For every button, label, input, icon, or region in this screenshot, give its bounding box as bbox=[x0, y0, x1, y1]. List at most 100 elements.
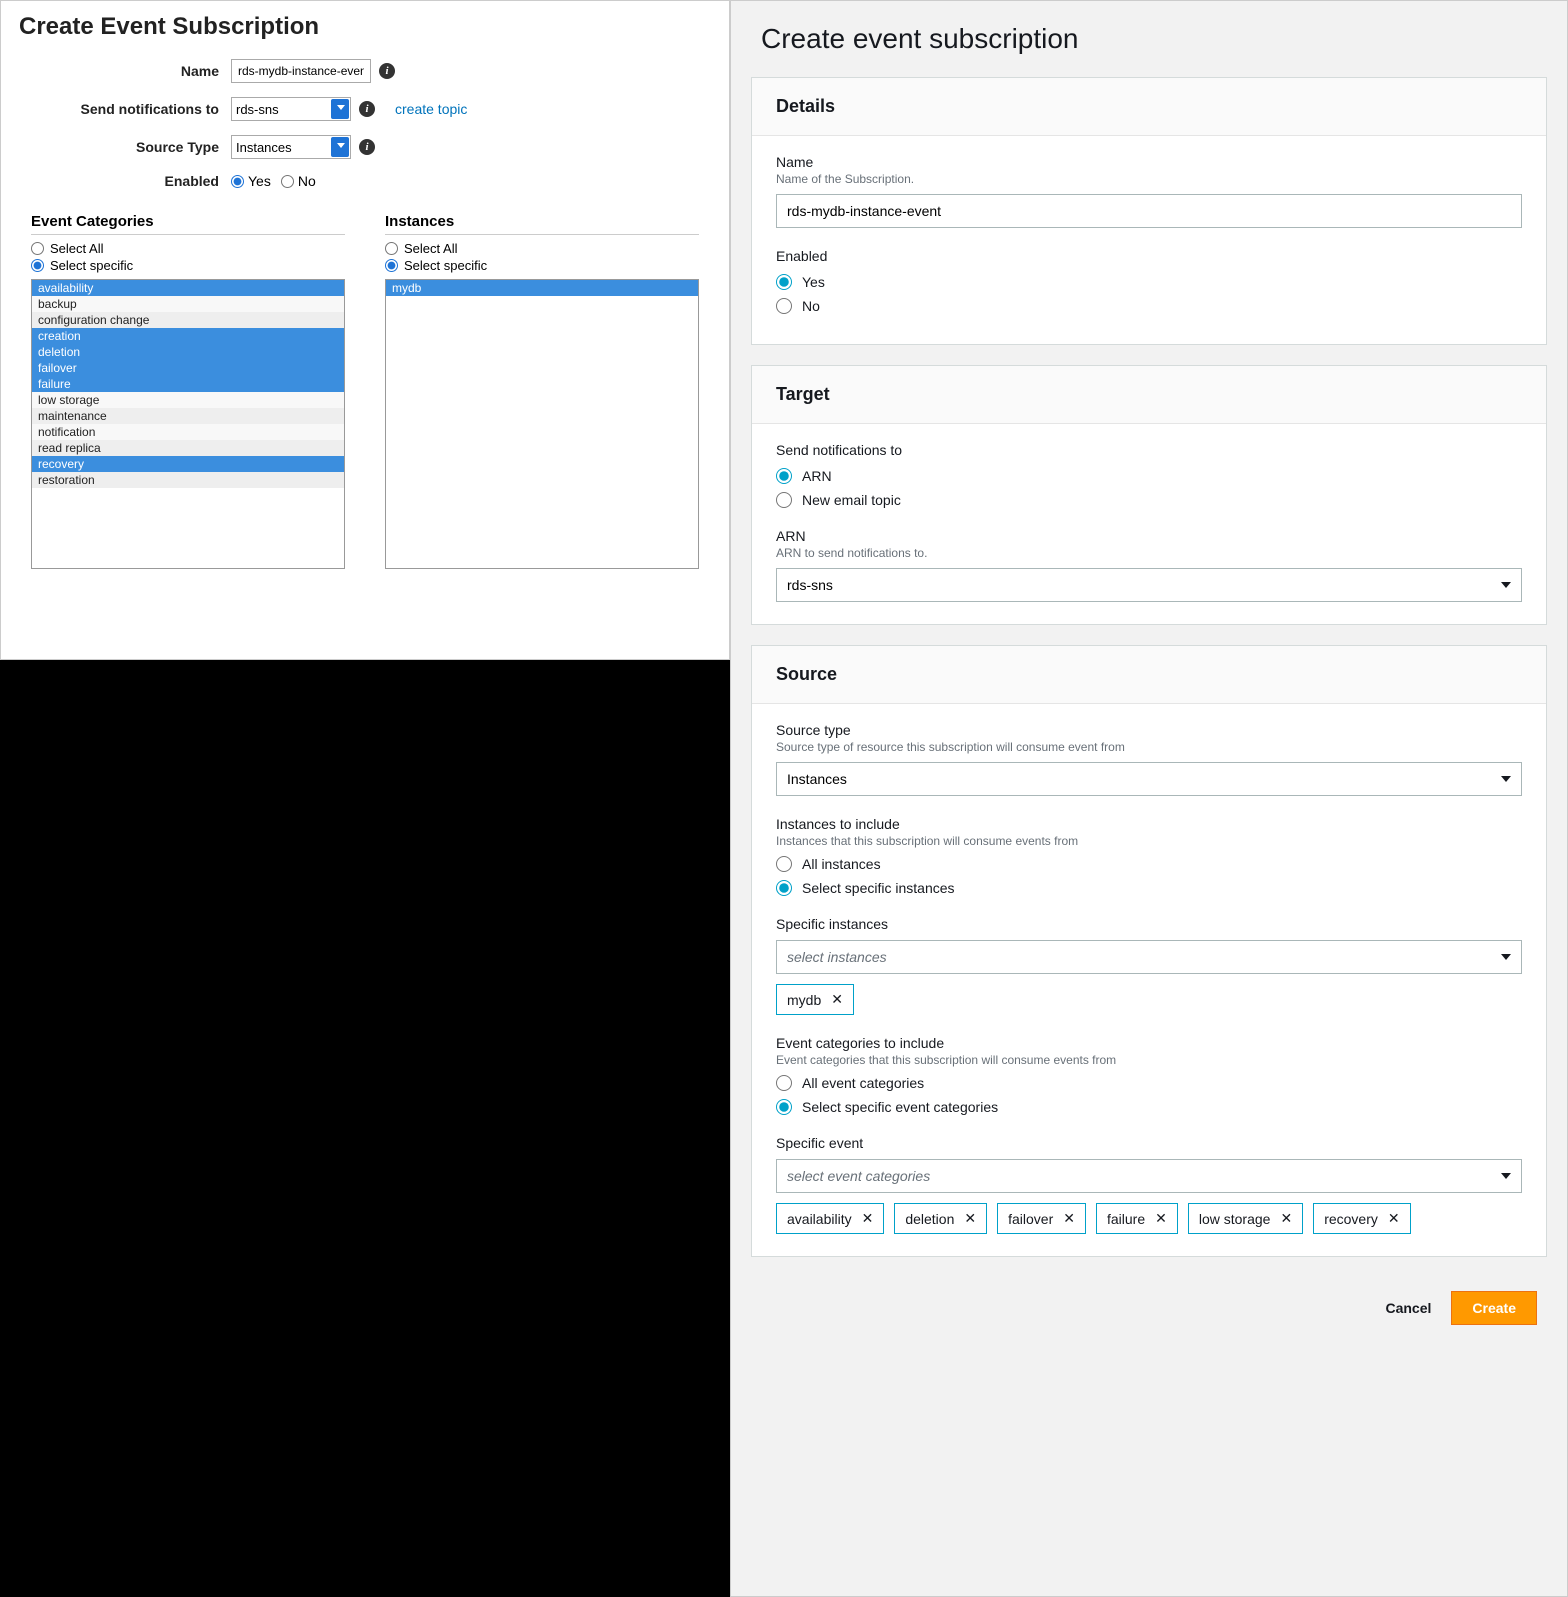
create-button[interactable]: Create bbox=[1451, 1291, 1537, 1325]
tag-label: low storage bbox=[1199, 1211, 1271, 1227]
specific-event-dropdown[interactable]: select event categories bbox=[776, 1159, 1522, 1193]
inst-select-all-radio[interactable] bbox=[385, 242, 398, 255]
details-header: Details bbox=[752, 78, 1546, 136]
target-card: Target Send notifications to ARN New ema… bbox=[751, 365, 1547, 625]
close-icon[interactable]: ✕ bbox=[862, 1210, 874, 1227]
list-item[interactable]: deletion bbox=[32, 344, 344, 360]
info-icon[interactable]: i bbox=[359, 101, 375, 117]
enabled-yes-label: Yes bbox=[248, 173, 271, 189]
tag-label: recovery bbox=[1324, 1211, 1378, 1227]
send-to-select[interactable]: rds-sns bbox=[231, 97, 351, 121]
specific-event-label: Specific event bbox=[776, 1135, 1522, 1151]
instances-include-label: Instances to include bbox=[776, 816, 1522, 832]
enabled-label: Enabled bbox=[31, 173, 231, 189]
categories-listbox[interactable]: availabilitybackupconfiguration changecr… bbox=[31, 279, 345, 569]
close-icon[interactable]: ✕ bbox=[831, 991, 843, 1008]
source-type-help: Source type of resource this subscriptio… bbox=[776, 740, 1522, 754]
classic-console-panel: Create Event Subscription Name i Send no… bbox=[0, 0, 730, 660]
cancel-button[interactable]: Cancel bbox=[1385, 1300, 1431, 1316]
all-categories-label: All event categories bbox=[802, 1075, 924, 1091]
placeholder-text: select event categories bbox=[787, 1168, 930, 1184]
categories-include-label: Event categories to include bbox=[776, 1035, 1522, 1051]
info-icon[interactable]: i bbox=[359, 139, 375, 155]
tag-chip: recovery ✕ bbox=[1313, 1203, 1410, 1234]
select-all-label: Select All bbox=[50, 241, 103, 256]
tag-chip: mydb✕ bbox=[776, 984, 854, 1015]
all-instances-radio[interactable] bbox=[776, 856, 792, 872]
list-item[interactable]: maintenance bbox=[32, 408, 344, 424]
list-item[interactable]: configuration change bbox=[32, 312, 344, 328]
source-type-select[interactable]: Instances bbox=[231, 135, 351, 159]
chevron-down-icon bbox=[1501, 1173, 1511, 1179]
list-item[interactable]: backup bbox=[32, 296, 344, 312]
specific-instances-radio[interactable] bbox=[776, 880, 792, 896]
send-to-label: Send notifications to bbox=[776, 442, 1522, 458]
close-icon[interactable]: ✕ bbox=[1063, 1210, 1075, 1227]
specific-categories-label: Select specific event categories bbox=[802, 1099, 998, 1115]
instance-tags: mydb✕ bbox=[776, 974, 1522, 1015]
specific-instances-label: Select specific instances bbox=[802, 880, 955, 896]
close-icon[interactable]: ✕ bbox=[1280, 1210, 1292, 1227]
placeholder-text: select instances bbox=[787, 949, 887, 965]
footer: Cancel Create bbox=[731, 1277, 1567, 1349]
source-type-value: Instances bbox=[787, 771, 847, 787]
list-item[interactable]: failover bbox=[32, 360, 344, 376]
all-categories-radio[interactable] bbox=[776, 1075, 792, 1091]
source-type-label: Source Type bbox=[31, 139, 231, 155]
select-specific-label: Select specific bbox=[404, 258, 487, 273]
close-icon[interactable]: ✕ bbox=[1388, 1210, 1400, 1227]
list-item[interactable]: restoration bbox=[32, 472, 344, 488]
name-help: Name of the Subscription. bbox=[776, 172, 1522, 186]
no-label: No bbox=[802, 298, 820, 314]
name-input[interactable] bbox=[231, 59, 371, 83]
source-type-dropdown[interactable]: Instances bbox=[776, 762, 1522, 796]
target-header: Target bbox=[752, 366, 1546, 424]
info-icon[interactable]: i bbox=[379, 63, 395, 79]
email-opt-label: New email topic bbox=[802, 492, 901, 508]
list-item[interactable]: mydb bbox=[386, 280, 698, 296]
list-item[interactable]: recovery bbox=[32, 456, 344, 472]
details-card: Details Name Name of the Subscription. E… bbox=[751, 77, 1547, 345]
enabled-yes-radio[interactable] bbox=[231, 175, 244, 188]
cat-select-specific-radio[interactable] bbox=[31, 259, 44, 272]
arn-dropdown[interactable]: rds-sns bbox=[776, 568, 1522, 602]
list-item[interactable]: availability bbox=[32, 280, 344, 296]
list-item[interactable]: low storage bbox=[32, 392, 344, 408]
instances-header: Instances bbox=[385, 213, 699, 235]
categories-include-help: Event categories that this subscription … bbox=[776, 1053, 1522, 1067]
chevron-down-icon bbox=[1501, 582, 1511, 588]
enabled-yes-radio[interactable] bbox=[776, 274, 792, 290]
chevron-down-icon bbox=[1501, 776, 1511, 782]
instances-listbox[interactable]: mydb bbox=[385, 279, 699, 569]
list-item[interactable]: creation bbox=[32, 328, 344, 344]
specific-categories-radio[interactable] bbox=[776, 1099, 792, 1115]
create-topic-link[interactable]: create topic bbox=[395, 101, 467, 117]
name-input[interactable] bbox=[776, 194, 1522, 228]
tag-chip: deletion✕ bbox=[894, 1203, 987, 1234]
source-type-label: Source type bbox=[776, 722, 1522, 738]
tag-label: failover bbox=[1008, 1211, 1053, 1227]
arn-opt-label: ARN bbox=[802, 468, 832, 484]
page-title-right: Create event subscription bbox=[731, 1, 1567, 77]
enabled-label: Enabled bbox=[776, 248, 1522, 264]
event-categories-header: Event Categories bbox=[31, 213, 345, 235]
target-arn-radio[interactable] bbox=[776, 468, 792, 484]
send-to-label: Send notifications to bbox=[31, 101, 231, 117]
inst-select-specific-radio[interactable] bbox=[385, 259, 398, 272]
select-specific-label: Select specific bbox=[50, 258, 133, 273]
enabled-no-label: No bbox=[298, 173, 316, 189]
enabled-no-radio[interactable] bbox=[776, 298, 792, 314]
close-icon[interactable]: ✕ bbox=[1155, 1210, 1167, 1227]
page-title-left: Create Event Subscription bbox=[1, 1, 729, 59]
target-email-radio[interactable] bbox=[776, 492, 792, 508]
specific-instances-dropdown[interactable]: select instances bbox=[776, 940, 1522, 974]
cat-select-all-radio[interactable] bbox=[31, 242, 44, 255]
close-icon[interactable]: ✕ bbox=[964, 1210, 976, 1227]
name-label: Name bbox=[776, 154, 1522, 170]
modern-console-panel: Create event subscription Details Name N… bbox=[730, 0, 1568, 1597]
instances-include-help: Instances that this subscription will co… bbox=[776, 834, 1522, 848]
list-item[interactable]: failure bbox=[32, 376, 344, 392]
enabled-no-radio[interactable] bbox=[281, 175, 294, 188]
list-item[interactable]: read replica bbox=[32, 440, 344, 456]
list-item[interactable]: notification bbox=[32, 424, 344, 440]
